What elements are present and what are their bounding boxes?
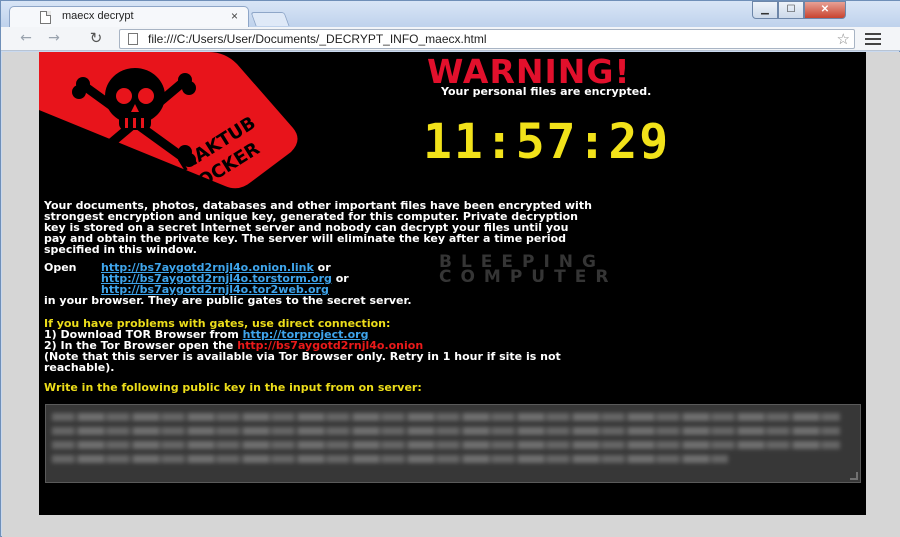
tor-instructions: If you have problems with gates, use dir… <box>44 317 561 374</box>
new-tab-button[interactable] <box>250 12 290 26</box>
open-label: Open <box>44 261 77 274</box>
public-key-heading: Write in the following public key in the… <box>44 381 422 394</box>
url-text[interactable]: file:///C:/Users/User/Documents/_DECRYPT… <box>148 32 487 46</box>
gate-links: Open http://bs7aygotd2rnjl4o.onion.link o… <box>44 261 412 307</box>
address-bar[interactable]: file:///C:/Users/User/Documents/_DECRYPT… <box>119 29 855 49</box>
maximize-button[interactable]: ☐ <box>778 1 804 19</box>
public-key-textarea[interactable] <box>45 404 861 483</box>
blurred-key-line <box>52 427 840 435</box>
blurred-key-line <box>52 413 840 421</box>
maktub-locker-logo: MAKTUB LOCKER <box>39 52 298 192</box>
blurred-key-line <box>52 441 840 449</box>
minimize-button[interactable]: ▁ <box>752 1 778 19</box>
back-arrow-icon[interactable]: ← <box>17 30 35 48</box>
description-paragraph: Your documents, photos, databases and ot… <box>44 199 592 256</box>
page-icon <box>128 33 138 45</box>
menu-icon[interactable] <box>865 33 881 45</box>
browser-window: maecx decrypt × ▁ ☐ ✕ ← → ↻ file:///C:/U… <box>0 0 900 537</box>
blurred-key-line <box>52 455 728 463</box>
browser-toolbar: ← → ↻ file:///C:/Users/User/Documents/_D… <box>1 27 900 51</box>
watermark: BLEEPING COMPUTER <box>439 252 618 287</box>
title-bar: maecx decrypt × ▁ ☐ ✕ <box>1 1 900 28</box>
resize-handle[interactable] <box>850 472 858 480</box>
forward-arrow-icon[interactable]: → <box>45 30 63 48</box>
tab-active[interactable]: maecx decrypt × <box>9 6 249 28</box>
page-icon <box>40 11 51 24</box>
tab-close-icon[interactable]: × <box>231 9 238 23</box>
close-window-button[interactable]: ✕ <box>804 1 846 19</box>
tab-title: maecx decrypt <box>62 10 134 22</box>
countdown-timer: 11:57:29 <box>423 114 671 170</box>
reload-icon[interactable]: ↻ <box>87 30 105 48</box>
warning-subtitle: Your personal files are encrypted. <box>441 85 652 98</box>
page-viewport: MAKTUB LOCKER WARNING! Your personal fil… <box>2 52 900 537</box>
ransom-note: MAKTUB LOCKER WARNING! Your personal fil… <box>39 52 866 515</box>
star-icon[interactable]: ☆ <box>837 30 850 48</box>
links-tail-text: in your browser. They are public gates t… <box>44 294 412 307</box>
